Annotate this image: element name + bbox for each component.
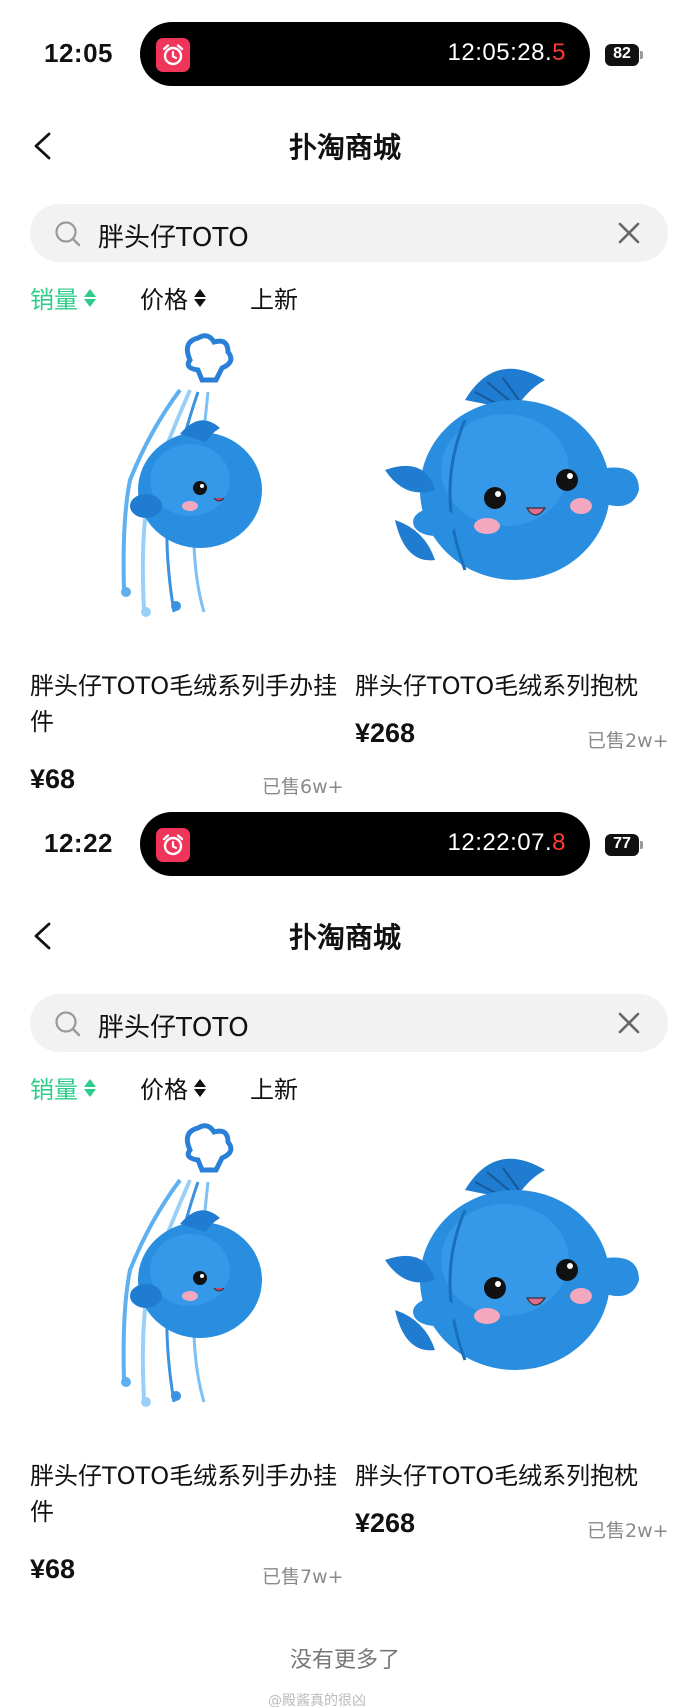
status-clock: 12:05	[44, 38, 113, 68]
clear-search-icon[interactable]	[616, 220, 642, 246]
fish-keychain-image	[121, 1123, 262, 1407]
sort-tab-new[interactable]: 上新	[250, 1070, 298, 1104]
search-icon	[55, 221, 81, 247]
island-timer-tenth: 8	[552, 829, 566, 856]
sort-tab-price[interactable]: 价格	[140, 280, 206, 314]
product-price: ¥268	[355, 718, 416, 748]
no-more-results: 没有更多了	[289, 1648, 400, 1673]
page-title: 扑淘商城	[288, 131, 401, 164]
battery-cap	[640, 51, 643, 59]
sort-arrows-icon	[84, 287, 96, 309]
sort-tab-price[interactable]: 价格	[140, 1070, 206, 1104]
search-input[interactable]: 胖头仔TOTO	[98, 217, 249, 254]
fish-pillow-image	[385, 1158, 639, 1370]
page: 12:05 12:05:28.5 82 扑淘商城 胖头仔TOTO 销量 价格 上…	[0, 0, 690, 1707]
battery-level: 77	[613, 835, 631, 852]
product-sold-count: 已售2w+	[587, 1520, 669, 1542]
battery-icon: 77	[605, 834, 639, 856]
status-bar: 12:05 12:05:28.5 82	[0, 0, 690, 110]
product-sold-count: 已售7w+	[262, 1566, 344, 1588]
island-timer: 12:22:07.8	[448, 829, 566, 857]
sort-tab-sales-label: 销量	[30, 1076, 78, 1104]
clear-search-icon[interactable]	[616, 1010, 642, 1036]
sort-tab-sales[interactable]: 销量	[30, 280, 96, 314]
sort-tab-new[interactable]: 上新	[250, 280, 298, 314]
sort-tab-new-label: 上新	[250, 286, 298, 314]
sort-tab-sales-label: 销量	[30, 286, 78, 314]
battery-cap	[640, 841, 643, 849]
screenshot-panel-2: 12:22 12:22:07.8 77 扑淘商城 胖头仔TOTO 销量 价格 上…	[0, 790, 690, 1588]
product-title[interactable]: 胖头仔TOTO毛绒系列抱枕	[355, 1458, 665, 1494]
sort-tab-price-label: 价格	[140, 286, 188, 314]
sort-arrows-icon	[194, 287, 206, 309]
fish-pillow-image	[385, 368, 639, 580]
search-input[interactable]: 胖头仔TOTO	[98, 1007, 249, 1044]
alarm-clock-icon	[156, 38, 190, 72]
product-price: ¥68	[30, 1554, 76, 1584]
watermark: @殿酱真的很凶	[268, 1693, 366, 1707]
dynamic-island[interactable]: 12:22:07.8	[140, 812, 590, 876]
alarm-clock-icon	[156, 828, 190, 862]
island-timer-main: 12:05:28.	[447, 39, 553, 66]
status-clock: 12:22	[44, 828, 113, 858]
battery-indicator: 77	[605, 834, 643, 856]
sort-arrows-icon	[194, 1077, 206, 1099]
island-timer-main: 12:22:07.	[447, 829, 553, 856]
sort-tab-sales[interactable]: 销量	[30, 1070, 96, 1104]
product-title[interactable]: 胖头仔TOTO毛绒系列抱枕	[355, 668, 665, 704]
battery-level: 82	[613, 45, 631, 62]
sort-tab-new-label: 上新	[250, 1076, 298, 1104]
product-title[interactable]: 胖头仔TOTO毛绒系列手办挂件	[30, 668, 340, 740]
product-title[interactable]: 胖头仔TOTO毛绒系列手办挂件	[30, 1458, 340, 1530]
product-price: ¥268	[355, 1508, 416, 1538]
battery-indicator: 82	[605, 44, 643, 66]
search-bar[interactable]: 胖头仔TOTO	[30, 204, 668, 262]
product-sold-count: 已售2w+	[587, 730, 669, 752]
battery-icon: 82	[605, 44, 639, 66]
status-bar: 12:22 12:22:07.8 77	[0, 790, 690, 900]
page-title: 扑淘商城	[288, 921, 401, 954]
sort-tab-price-label: 价格	[140, 1076, 188, 1104]
search-bar[interactable]: 胖头仔TOTO	[30, 994, 668, 1052]
dynamic-island[interactable]: 12:05:28.5	[140, 22, 590, 86]
sort-arrows-icon	[84, 1077, 96, 1099]
island-timer-tenth: 5	[552, 39, 566, 66]
island-timer: 12:05:28.5	[448, 39, 566, 67]
screenshot-panel-1: 12:05 12:05:28.5 82 扑淘商城 胖头仔TOTO 销量 价格 上…	[0, 0, 690, 798]
fish-keychain-image	[121, 333, 262, 617]
search-icon	[55, 1011, 81, 1037]
